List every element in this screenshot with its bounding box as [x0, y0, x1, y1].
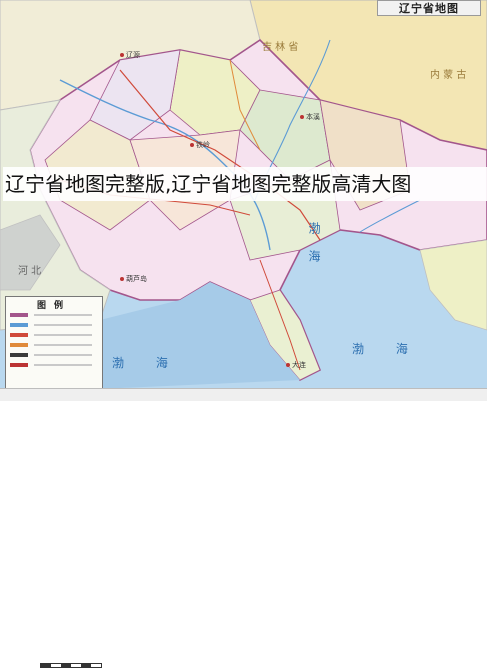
footer-strip — [0, 388, 487, 401]
city-label: 大连 — [286, 360, 306, 370]
legend-line — [34, 364, 92, 366]
city-dot — [120, 277, 124, 281]
map-legend: 图例 — [5, 296, 103, 668]
city-name: 葫芦岛 — [126, 275, 147, 283]
legend-swatch-rail — [10, 353, 28, 357]
legend-row — [10, 351, 98, 359]
legend-row — [10, 331, 98, 339]
legend-swatch-highway — [10, 343, 28, 347]
sea-label-bohai-upper: 渤 海 — [307, 222, 321, 268]
city-dot — [286, 363, 290, 367]
legend-row — [10, 311, 98, 319]
legend-row — [10, 361, 98, 369]
legend-swatch-city — [10, 363, 28, 367]
city-name: 本溪 — [306, 113, 320, 121]
sea-label-bohai-lower: 渤 海 — [112, 356, 182, 370]
region-label-inner-mongolia: 内 蒙 古 — [430, 70, 467, 81]
legend-line — [34, 354, 92, 356]
city-label: 辽源 — [120, 50, 140, 60]
legend-line — [34, 324, 92, 326]
legend-swatch-border — [10, 313, 28, 317]
city-name: 辽源 — [126, 51, 140, 59]
caption-overlay: 辽宁省地图完整版,辽宁省地图完整版高清大图 — [3, 167, 487, 201]
city-label: 本溪 — [300, 112, 320, 122]
legend-line — [34, 314, 92, 316]
map-frame: 吉 林 省 内 蒙 古 河 北 渤 海 渤 海 渤 海 辽源 本溪 铁岭 葫芦岛… — [0, 0, 487, 668]
city-label: 葫芦岛 — [120, 274, 147, 284]
legend-row — [10, 321, 98, 329]
city-label: 铁岭 — [190, 140, 210, 150]
city-dot — [190, 143, 194, 147]
legend-line — [34, 334, 92, 336]
scale-bar — [40, 663, 102, 668]
map-title: 辽宁省地图 — [377, 0, 481, 16]
city-name: 铁岭 — [196, 141, 210, 149]
legend-line — [34, 344, 92, 346]
city-dot — [120, 53, 124, 57]
region-label-hebei: 河 北 — [18, 266, 42, 277]
city-dot — [300, 115, 304, 119]
legend-row — [10, 341, 98, 349]
sea-label-bohai-east: 渤 海 — [352, 342, 422, 356]
city-name: 大连 — [292, 361, 306, 369]
legend-title: 图例 — [36, 301, 71, 311]
legend-swatch-river — [10, 323, 28, 327]
legend-swatch-road — [10, 333, 28, 337]
region-label-jilin: 吉 林 省 — [262, 42, 299, 53]
